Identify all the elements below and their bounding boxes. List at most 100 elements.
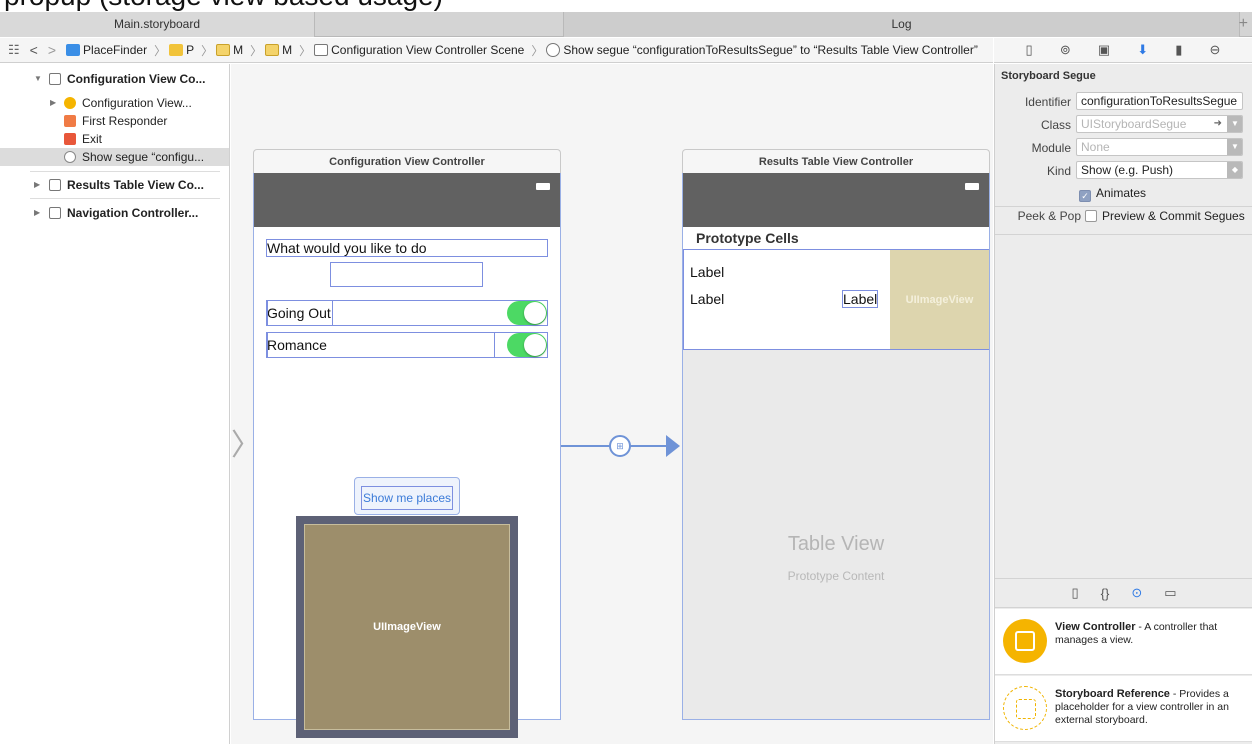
xcode-window: propup (storage view based usage) Main.s… (0, 0, 1252, 744)
chevron-updown-icon[interactable]: ◆ (1227, 162, 1242, 178)
crumb-folder[interactable]: P (169, 43, 194, 57)
animates-checkbox[interactable]: ✓ Animates (1079, 183, 1146, 203)
class-label: Class (1040, 118, 1071, 132)
cell-image-view[interactable]: UIImageView (890, 250, 989, 349)
results-table-view-controller[interactable]: Results Table View Controller Prototype … (682, 149, 990, 720)
outline-item-exit[interactable]: Exit (0, 130, 229, 148)
romance-switch[interactable] (507, 333, 547, 357)
chevron-down-icon[interactable]: ▼ (1227, 139, 1242, 155)
outline-item-config-vc[interactable]: ▶ Configuration View... (0, 94, 229, 112)
document-outline: ▼ Configuration View Co... ▶ Configurati… (0, 64, 230, 744)
class-field[interactable]: UIStoryboardSegue ➜ ▼ (1076, 115, 1243, 133)
attributes-inspector-icon[interactable]: ⬇ (1137, 42, 1148, 58)
class-row: Class UIStoryboardSegue ➜ ▼ (995, 115, 1247, 135)
outline-item-label: Show segue “configu... (82, 150, 205, 164)
romance-row[interactable]: Romance (266, 332, 548, 358)
module-row: Module None ▼ (995, 138, 1247, 158)
file-template-icon[interactable]: ▯ (1071, 585, 1078, 601)
file-inspector-icon[interactable]: ▯ (1026, 42, 1033, 58)
disclosure-closed-icon[interactable]: ▶ (34, 176, 44, 194)
module-placeholder: None (1081, 140, 1110, 154)
related-items-icon[interactable]: ☷ (8, 42, 20, 58)
storyboard-file-icon (216, 44, 231, 56)
editor-tab-bar: Main.storyboard Log + (0, 12, 1252, 37)
navigation-bar[interactable] (254, 173, 560, 227)
prototype-cell[interactable]: Label Label Label UIImageView (683, 249, 989, 350)
configuration-view-controller[interactable]: Configuration View Controller What would… (253, 149, 561, 738)
segue-icon (64, 151, 76, 163)
library-item-view-controller[interactable]: View Controller - A controller that mana… (995, 609, 1252, 675)
outline-item-label: Configuration View Co... (67, 72, 206, 86)
crumb-segue-label: Show segue “configurationToResultsSegue”… (563, 43, 978, 57)
scene-icon (49, 207, 61, 219)
library-item-storyboard-reference[interactable]: Storyboard Reference - Provides a placeh… (995, 676, 1252, 742)
tab-main-storyboard[interactable]: Main.storyboard (0, 12, 315, 37)
outline-item-segue[interactable]: Show segue “configu... (0, 148, 229, 166)
outline-item-results-scene[interactable]: ▶ Results Table View Co... (0, 176, 229, 194)
outline-item-nav-scene[interactable]: ▶ Navigation Controller... (0, 204, 229, 222)
question-label[interactable]: What would you like to do (266, 239, 548, 257)
crumb-project[interactable]: PlaceFinder (66, 43, 147, 57)
section-header-bar: Prototype Cells (683, 227, 989, 249)
outline-item-config-scene[interactable]: ▼ Configuration View Co... (0, 70, 229, 88)
crumb-scene[interactable]: Configuration View Controller Scene (314, 43, 524, 57)
disclosure-closed-icon[interactable]: ▶ (50, 94, 60, 112)
checkbox-icon (1085, 210, 1097, 222)
going-out-switch[interactable] (507, 301, 547, 325)
tab-log[interactable]: Log (563, 12, 1240, 37)
crumb-separator: 〉 (531, 43, 544, 58)
label-frame (267, 300, 333, 326)
identity-inspector-icon[interactable]: ▣ (1098, 42, 1110, 58)
section-title: Storyboard Segue (1001, 70, 1096, 82)
storyboard-canvas[interactable]: 〉 Configuration View Controller What wou… (231, 64, 993, 744)
project-icon (66, 44, 81, 56)
battery-icon (965, 183, 979, 190)
show-me-places-button[interactable]: Show me places (361, 486, 453, 510)
inspector-divider (995, 234, 1252, 235)
crumb-file-1-label: M (233, 43, 244, 57)
cell-label-title[interactable]: Label (690, 261, 724, 283)
crumb-segue[interactable]: Show segue “configurationToResultsSegue”… (546, 43, 978, 57)
braces-icon[interactable]: {} (1101, 586, 1110, 601)
inspector-tab-bar: ▯ ⊚ ▣ ⬇ ▮ ⊖ (994, 38, 1252, 63)
chevron-down-icon[interactable]: ▼ (1227, 116, 1242, 132)
outline-item-first-responder[interactable]: First Responder (0, 112, 229, 130)
size-inspector-icon[interactable]: ▮ (1175, 42, 1182, 58)
outline-item-label: Configuration View... (82, 96, 192, 110)
add-tab-button[interactable]: + (1239, 12, 1248, 37)
crumb-project-label: PlaceFinder (83, 43, 148, 57)
cell-label-detail[interactable]: Label (842, 290, 879, 308)
scene-icon (314, 44, 329, 56)
disclosure-open-icon[interactable]: ▼ (34, 70, 44, 88)
view-controller-icon (1003, 619, 1047, 663)
connections-inspector-icon[interactable]: ⊖ (1210, 42, 1221, 58)
back-button[interactable]: < (30, 42, 38, 58)
going-out-row[interactable]: Going Out (266, 300, 548, 326)
identifier-field[interactable]: configurationToResultsSegue (1076, 92, 1243, 110)
peek-pop-checkbox[interactable]: Preview & Commit Segues (1085, 206, 1245, 226)
segue-icon[interactable]: ⊞ (609, 435, 631, 457)
label-frame (267, 332, 495, 358)
config-image-view[interactable]: UIImageView (304, 524, 510, 730)
scene-title[interactable]: Configuration View Controller (253, 149, 561, 173)
scene-title[interactable]: Results Table View Controller (682, 149, 990, 173)
top-cut-off-text: propup (storage view based usage) (0, 0, 1252, 12)
cell-label-subtitle[interactable]: Label (690, 288, 724, 310)
first-responder-icon (64, 115, 76, 127)
text-field[interactable] (330, 262, 483, 287)
help-icon[interactable]: ⊚ (1060, 42, 1071, 58)
object-library-icon[interactable]: ⊙ (1131, 585, 1142, 601)
crumb-file-1[interactable]: M (216, 43, 243, 57)
library-item-text: View Controller - A controller that mana… (1055, 621, 1245, 647)
forward-button[interactable]: > (48, 42, 56, 58)
module-field[interactable]: None ▼ (1076, 138, 1243, 156)
outline-item-label: First Responder (82, 114, 168, 128)
peek-pop-value: Preview & Commit Segues (1102, 209, 1245, 223)
go-to-class-icon[interactable]: ➜ (1214, 116, 1222, 132)
top-strip-text: propup (storage view based usage) (4, 0, 443, 12)
disclosure-closed-icon[interactable]: ▶ (34, 204, 44, 222)
navigation-bar[interactable] (683, 173, 989, 227)
crumb-file-2[interactable]: M (265, 43, 292, 57)
media-library-icon[interactable]: ▭ (1164, 585, 1176, 601)
kind-popup[interactable]: Show (e.g. Push) ◆ (1076, 161, 1243, 179)
